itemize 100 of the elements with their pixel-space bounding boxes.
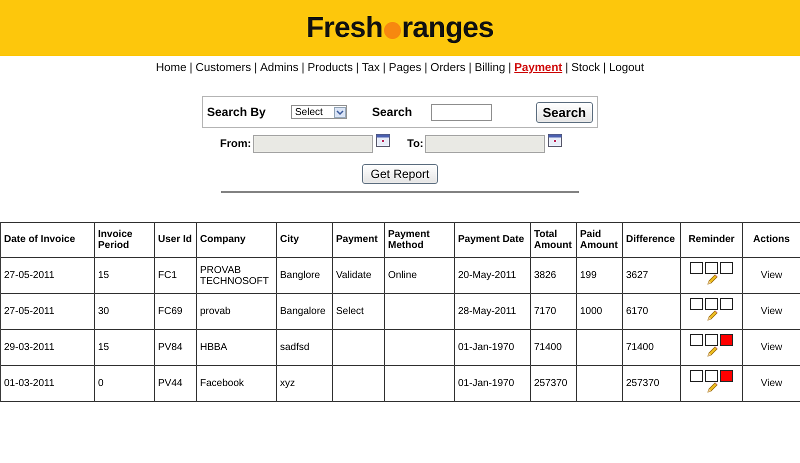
- table-cell: 28-May-2011: [454, 294, 530, 330]
- table-cell: 20-May-2011: [454, 258, 530, 294]
- nav-link[interactable]: Billing: [474, 62, 506, 74]
- fruit-circle-icon: [384, 22, 401, 38]
- table-cell: 71400: [622, 330, 680, 366]
- column-header: City: [276, 222, 332, 258]
- reminder-square[interactable]: [690, 370, 703, 382]
- column-header: Invoice Period: [94, 222, 154, 258]
- search-by-select[interactable]: Select: [291, 105, 347, 119]
- column-header: Paid Amount: [576, 222, 622, 258]
- logo-text: ranges: [402, 12, 494, 44]
- nav-link[interactable]: Pages: [388, 62, 422, 74]
- search-by-label: Search By: [207, 105, 267, 119]
- reminder-square[interactable]: [690, 262, 703, 274]
- nav-link[interactable]: Customers: [196, 62, 252, 74]
- column-header: Payment: [332, 222, 384, 258]
- view-link[interactable]: View: [760, 270, 782, 281]
- table-cell: 01-03-2011: [0, 366, 94, 402]
- reminder-square[interactable]: [705, 370, 718, 382]
- search-field[interactable]: [431, 104, 492, 120]
- table-cell: 29-03-2011: [0, 330, 94, 366]
- view-link[interactable]: View: [760, 342, 782, 353]
- column-header: Company: [196, 222, 276, 258]
- pencil-icon[interactable]: [706, 382, 718, 394]
- to-label: To:: [407, 138, 424, 150]
- pencil-icon[interactable]: [706, 346, 718, 358]
- separator: |: [356, 62, 359, 74]
- table-cell: 01-Jan-1970: [454, 330, 530, 366]
- table-cell: Online: [384, 258, 454, 294]
- nav-link[interactable]: Products: [308, 62, 353, 74]
- nav-link[interactable]: Home: [156, 62, 187, 74]
- table-cell: [384, 330, 454, 366]
- table-cell: 0: [94, 366, 154, 402]
- logo-text: Fresh: [306, 12, 383, 44]
- separator: |: [302, 62, 304, 74]
- view-link[interactable]: View: [760, 306, 782, 317]
- column-header: Difference: [622, 222, 680, 258]
- table-cell: FC1: [154, 258, 196, 294]
- reminder-square[interactable]: [720, 298, 733, 310]
- table-cell: sadfsd: [276, 330, 332, 366]
- table-cell: HBBA: [196, 330, 276, 366]
- table-cell: PV84: [154, 330, 196, 366]
- table-cell: 15: [94, 258, 154, 294]
- separator: |: [565, 62, 568, 74]
- to-date-field[interactable]: [425, 135, 546, 153]
- pencil-icon[interactable]: [706, 274, 718, 286]
- table-cell: 199: [576, 258, 622, 294]
- column-header: Actions: [742, 222, 800, 258]
- column-header: Reminder: [680, 222, 742, 258]
- nav-link[interactable]: Payment: [514, 62, 562, 74]
- reminder-square[interactable]: [690, 298, 703, 310]
- table-cell: [576, 330, 622, 366]
- table-cell: Facebook: [196, 366, 276, 402]
- table-cell: 27-05-2011: [0, 258, 94, 294]
- reminder-square[interactable]: [720, 262, 733, 274]
- separator: |: [254, 62, 258, 74]
- table-cell: 257370: [530, 366, 576, 402]
- nav-link[interactable]: Admins: [260, 62, 298, 74]
- table-cell: Banglore: [276, 258, 332, 294]
- table-cell: [576, 366, 622, 402]
- from-date-field[interactable]: [253, 135, 374, 153]
- reminder-square[interactable]: [705, 298, 718, 310]
- search-button[interactable]: Search: [536, 102, 593, 122]
- reminder-square[interactable]: [690, 334, 703, 346]
- table-cell: Bangalore: [276, 294, 332, 330]
- separator: |: [468, 62, 472, 74]
- table-cell: 71400: [530, 330, 576, 366]
- reminder-square[interactable]: [705, 334, 718, 346]
- separator: |: [382, 62, 386, 74]
- view-link[interactable]: View: [760, 378, 782, 389]
- table-cell: [332, 330, 384, 366]
- reminder-square[interactable]: [705, 262, 718, 274]
- table-cell: [384, 294, 454, 330]
- table-cell: FC69: [154, 294, 196, 330]
- column-header: Payment Date: [454, 222, 530, 258]
- table-cell: 7170: [530, 294, 576, 330]
- column-header: User Id: [154, 222, 196, 258]
- nav-link[interactable]: Tax: [362, 62, 380, 74]
- table-cell: PV44: [154, 366, 196, 402]
- table-cell: 6170: [622, 294, 680, 330]
- table-cell: 257370: [622, 366, 680, 402]
- get-report-button[interactable]: Get Report: [362, 164, 438, 184]
- calendar-icon[interactable]: [548, 134, 562, 146]
- table-cell: [384, 366, 454, 402]
- table-cell: xyz: [276, 366, 332, 402]
- nav-link[interactable]: Orders: [430, 62, 466, 74]
- column-header: Total Amount: [530, 222, 576, 258]
- table-cell: Select: [332, 294, 384, 330]
- from-label: From:: [220, 138, 252, 150]
- nav-link[interactable]: Stock: [571, 62, 600, 74]
- table-cell: 3826: [530, 258, 576, 294]
- table-cell: provab: [196, 294, 276, 330]
- table-cell: 3627: [622, 258, 680, 294]
- dropdown-arrow-icon: [334, 106, 346, 118]
- table-cell: 27-05-2011: [0, 294, 94, 330]
- pencil-icon[interactable]: [706, 310, 718, 322]
- calendar-icon[interactable]: [376, 134, 390, 146]
- table-cell: 15: [94, 330, 154, 366]
- separator: |: [602, 62, 606, 74]
- nav-link[interactable]: Logout: [608, 62, 644, 74]
